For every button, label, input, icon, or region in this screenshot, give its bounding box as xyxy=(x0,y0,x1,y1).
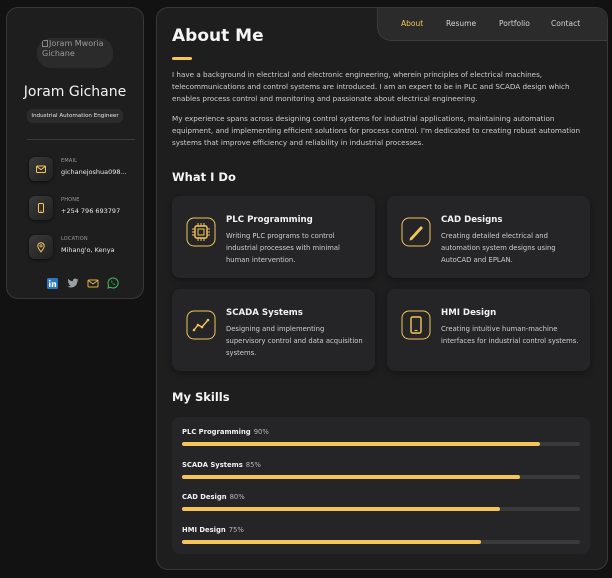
nav-contact[interactable]: Contact xyxy=(551,19,580,28)
service-description: Creating detailed electrical and automat… xyxy=(441,232,556,264)
skill-progress-track xyxy=(182,442,580,446)
about-paragraph-1: I have a background in electrical and el… xyxy=(172,70,570,103)
skill-name: SCADA Systems xyxy=(182,461,243,469)
service-title: HMI Design xyxy=(441,308,497,318)
skill-percent: 80% xyxy=(229,493,245,501)
skill-progress-track xyxy=(182,507,580,511)
title-underline xyxy=(172,57,192,60)
service-card-plc: PLC Programming Writing PLC programs to … xyxy=(172,196,375,278)
broken-image-icon xyxy=(42,40,48,47)
skill-percent: 75% xyxy=(228,526,244,534)
linkedin-icon[interactable] xyxy=(47,274,59,289)
phone-link[interactable]: +254 796 693797 xyxy=(61,207,141,215)
skill-progress-fill xyxy=(182,475,521,479)
skill-name: CAD Design xyxy=(182,493,227,501)
mail-icon[interactable] xyxy=(87,274,99,288)
contact-label: EMAIL xyxy=(61,158,78,164)
contact-label: PHONE xyxy=(61,197,80,203)
skill-progress-fill xyxy=(182,540,481,544)
service-title: SCADA Systems xyxy=(226,308,303,318)
service-card-cad: CAD Designs Creating detailed electrical… xyxy=(387,196,590,278)
service-title: CAD Designs xyxy=(441,215,503,225)
chip-icon xyxy=(186,217,216,247)
avatar: Joram Mworia Gichane xyxy=(37,38,113,68)
service-description: Creating intuitive human-machine interfa… xyxy=(441,325,579,345)
services-heading: What I Do xyxy=(172,170,236,184)
contact-email: EMAIL gichanejoshua098... xyxy=(29,157,141,181)
skill-progress-track xyxy=(182,475,580,479)
skill-item: HMI Design 75% xyxy=(182,526,580,546)
contact-location: LOCATION Mihang'o, Kenya xyxy=(29,235,141,259)
nav-about[interactable]: About xyxy=(401,19,423,28)
skills-heading: My Skills xyxy=(172,390,230,404)
service-title: PLC Programming xyxy=(226,215,313,225)
skill-progress-fill xyxy=(182,507,501,511)
skill-item: PLC Programming 90% xyxy=(182,428,580,448)
skill-name: HMI Design xyxy=(182,526,226,534)
avatar-alt-text: Joram Mworia Gichane xyxy=(42,39,104,58)
nav-portfolio[interactable]: Portfolio xyxy=(499,19,530,28)
service-description: Designing and implementing supervisory c… xyxy=(226,325,363,357)
about-paragraph-2: My experience spans across designing con… xyxy=(172,114,581,147)
whatsapp-icon[interactable] xyxy=(107,274,119,289)
main-panel: About Resume Portfolio Contact About Me … xyxy=(156,7,608,570)
phone-icon xyxy=(29,196,53,220)
service-description: Writing PLC programs to control industri… xyxy=(226,232,340,264)
skill-progress-track xyxy=(182,540,580,544)
service-card-hmi: HMI Design Creating intuitive human-mach… xyxy=(387,289,590,371)
mail-icon xyxy=(29,157,53,181)
contact-phone: PHONE +254 796 693797 xyxy=(29,196,141,220)
nav-resume[interactable]: Resume xyxy=(446,19,476,28)
skill-name: PLC Programming xyxy=(182,428,251,436)
profile-title-badge: Industrial Automation Engineer xyxy=(27,109,123,123)
email-link[interactable]: gichanejoshua098... xyxy=(61,168,141,176)
twitter-icon[interactable] xyxy=(67,274,79,288)
skill-progress-fill xyxy=(182,442,541,446)
sidebar-separator xyxy=(27,139,135,140)
page-title: About Me xyxy=(172,26,264,46)
pencil-icon xyxy=(401,217,431,247)
skill-percent: 85% xyxy=(245,461,261,469)
skill-percent: 90% xyxy=(253,428,269,436)
skill-item: SCADA Systems 85% xyxy=(182,461,580,481)
top-navigation: About Resume Portfolio Contact xyxy=(377,8,607,41)
skills-panel: PLC Programming 90% SCADA Systems 85% CAD … xyxy=(172,417,590,554)
location-value: Mihang'o, Kenya xyxy=(61,246,115,254)
sidebar: Joram Mworia Gichane Joram Gichane Indus… xyxy=(6,7,144,299)
tablet-icon xyxy=(401,310,431,340)
service-card-scada: SCADA Systems Designing and implementing… xyxy=(172,289,375,371)
contact-label: LOCATION xyxy=(61,236,88,242)
location-icon xyxy=(29,235,53,259)
profile-name: Joram Gichane xyxy=(23,84,127,100)
skill-item: CAD Design 80% xyxy=(182,493,580,513)
chart-line-icon xyxy=(186,310,216,340)
